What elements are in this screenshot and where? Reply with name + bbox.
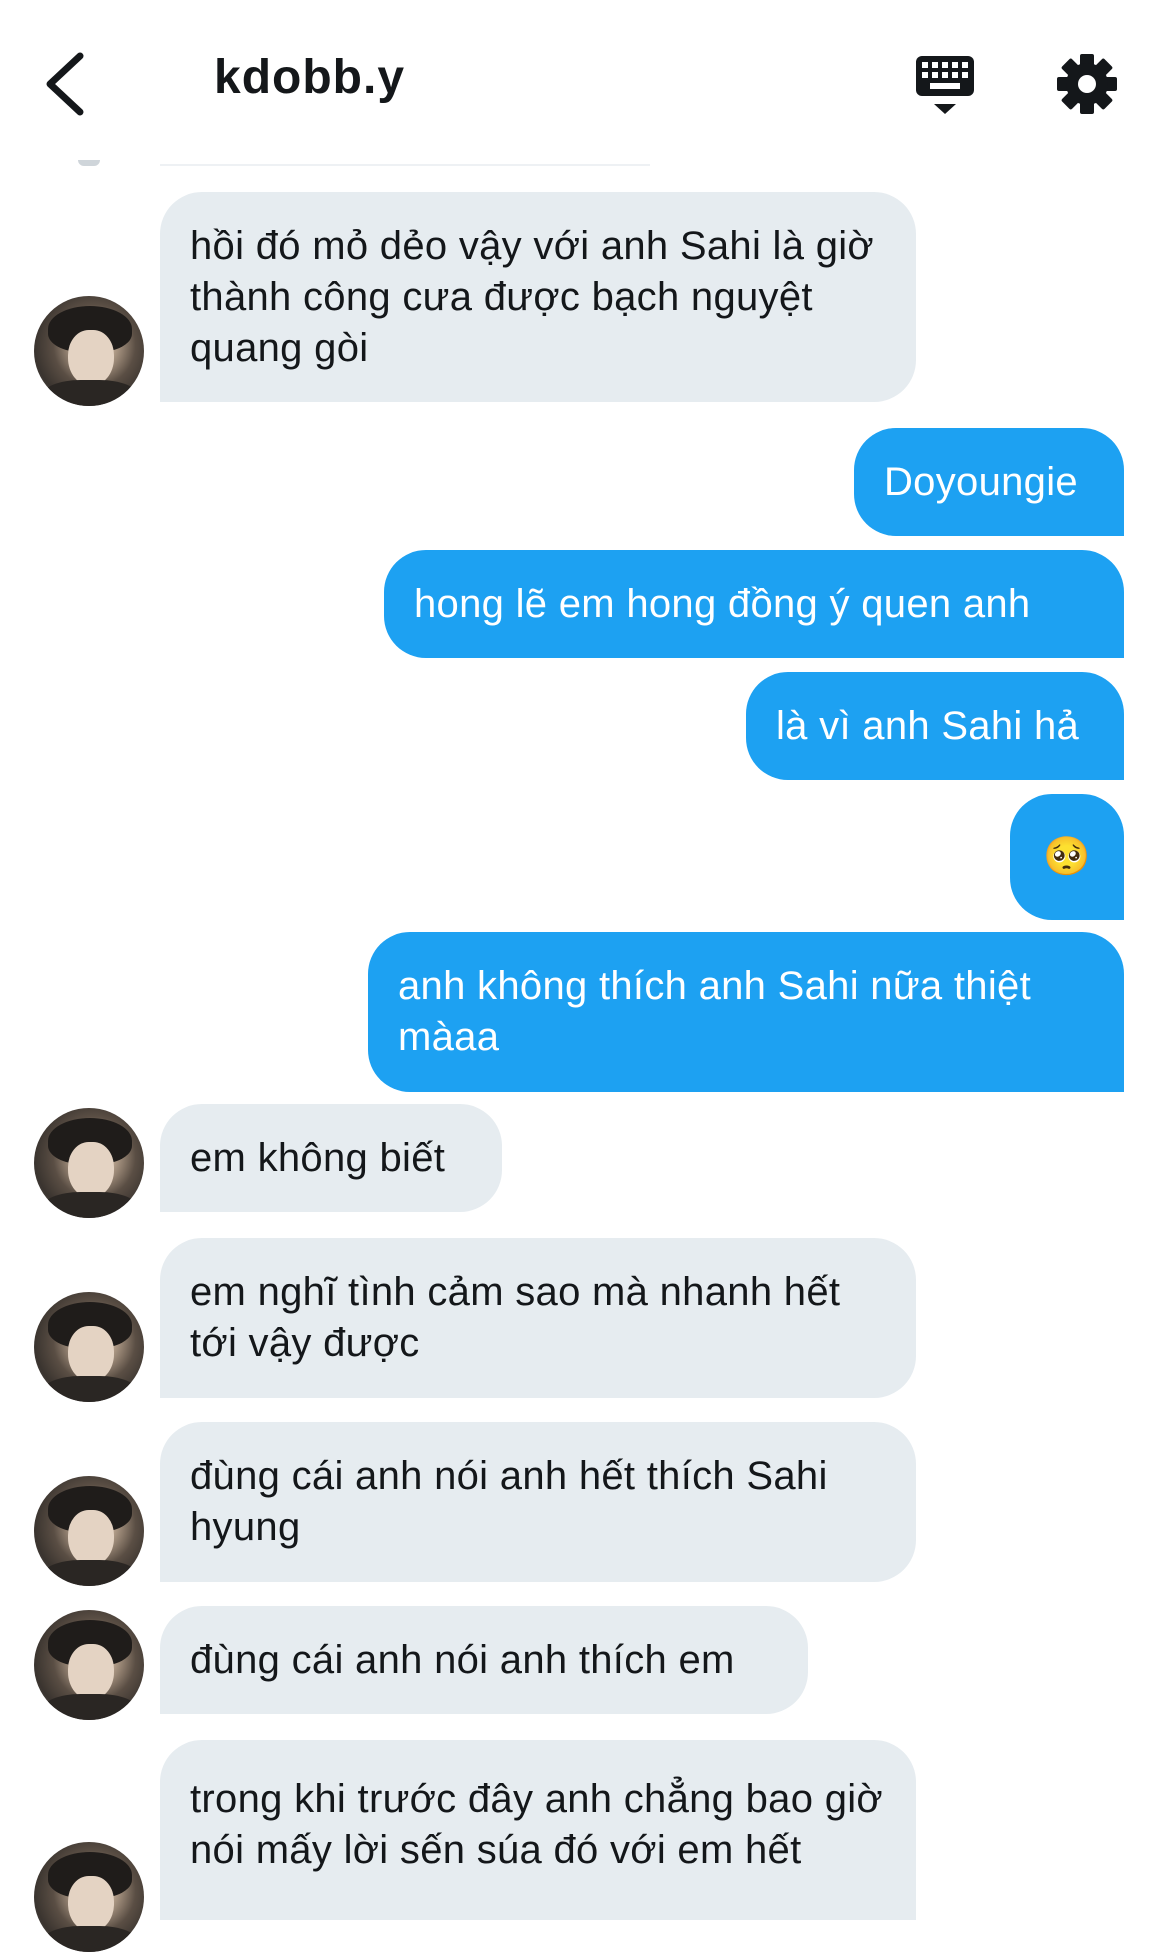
- contact-avatar[interactable]: [34, 1610, 144, 1720]
- message-text: là vì anh Sahi hả: [776, 703, 1080, 748]
- incoming-message[interactable]: đùng cái anh nói anh hết thích Sahi hyun…: [160, 1422, 916, 1582]
- message-text: trong khi trước đây anh chẳng bao giờ nó…: [190, 1777, 883, 1872]
- chevron-left-icon: [46, 52, 84, 116]
- keyboard-button[interactable]: [912, 52, 978, 118]
- incoming-message[interactable]: hồi đó mỏ dẻo vậy với anh Sahi là giờ th…: [160, 192, 916, 402]
- message-text: em không biết: [190, 1135, 446, 1180]
- outgoing-message[interactable]: là vì anh Sahi hả: [746, 672, 1124, 780]
- contact-avatar[interactable]: [34, 1108, 144, 1218]
- message-text: đùng cái anh nói anh thích em: [190, 1637, 735, 1682]
- back-button[interactable]: [40, 50, 96, 118]
- incoming-message[interactable]: đùng cái anh nói anh thích em: [160, 1606, 808, 1714]
- conversation-title[interactable]: kdobb.y: [214, 50, 405, 105]
- incoming-message[interactable]: em không biết: [160, 1104, 502, 1212]
- message-text: hong lẽ em hong đồng ý quen anh: [414, 581, 1031, 626]
- previous-avatar-edge: [78, 160, 100, 166]
- settings-button[interactable]: [1055, 52, 1119, 116]
- outgoing-message[interactable]: hong lẽ em hong đồng ý quen anh: [384, 550, 1124, 658]
- previous-message-edge: [160, 164, 650, 166]
- conversation-header: kdobb.y: [0, 0, 1160, 160]
- contact-avatar[interactable]: [34, 296, 144, 406]
- message-text: Doyoungie: [884, 459, 1078, 504]
- outgoing-emoji-message[interactable]: 🥺: [1010, 794, 1124, 920]
- message-text: em nghĩ tình cảm sao mà nhanh hết tới vậ…: [190, 1270, 841, 1365]
- gear-icon: [1057, 54, 1117, 114]
- message-text: hồi đó mỏ dẻo vậy với anh Sahi là giờ th…: [190, 223, 874, 370]
- incoming-message[interactable]: trong khi trước đây anh chẳng bao giờ nó…: [160, 1740, 916, 1920]
- contact-avatar[interactable]: [34, 1476, 144, 1586]
- message-text: anh không thích anh Sahi nữa thiệt màaa: [398, 964, 1031, 1059]
- contact-avatar[interactable]: [34, 1842, 144, 1952]
- contact-avatar[interactable]: [34, 1292, 144, 1402]
- keyboard-icon: [916, 56, 974, 114]
- message-text: đùng cái anh nói anh hết thích Sahi hyun…: [190, 1454, 828, 1549]
- message-text: 🥺: [1043, 835, 1091, 878]
- outgoing-message[interactable]: Doyoungie: [854, 428, 1124, 536]
- incoming-message[interactable]: em nghĩ tình cảm sao mà nhanh hết tới vậ…: [160, 1238, 916, 1398]
- outgoing-message[interactable]: anh không thích anh Sahi nữa thiệt màaa: [368, 932, 1124, 1092]
